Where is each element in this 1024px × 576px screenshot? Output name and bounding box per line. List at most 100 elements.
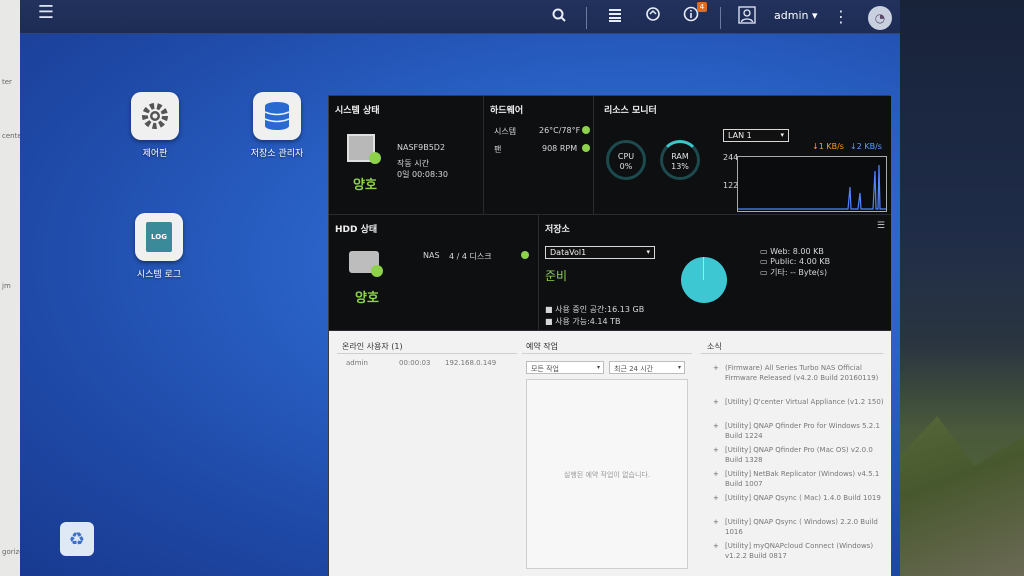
- news-item[interactable]: + [Utility] QNAP Qsync ( Windows) 2.2.0 B…: [713, 517, 885, 537]
- divider: [522, 353, 692, 354]
- left-edge-text: cente: [2, 132, 22, 140]
- download-rate: ↓1 KB/s: [812, 142, 844, 151]
- volume-select[interactable]: DataVol1 ▾: [545, 246, 655, 259]
- news-text: [Utility] Q'center Virtual Appliance (v1…: [725, 398, 884, 406]
- divider: [586, 7, 587, 29]
- network-traffic-chart: [737, 156, 887, 212]
- control-panel-shortcut[interactable]: 제어판: [105, 92, 205, 159]
- time-filter-select[interactable]: 최근 24 시간 ▾: [609, 361, 685, 374]
- storage-section: 저장소 ☰ DataVol1 ▾ 준비 ■ 사용 중인 공간:16.13 GB …: [539, 215, 891, 331]
- news-item[interactable]: + [Utility] Q'center Virtual Appliance (v…: [713, 397, 885, 407]
- recycle-bin-icon[interactable]: ♻: [60, 522, 94, 556]
- system-log-shortcut[interactable]: LOG 시스템 로그: [109, 213, 209, 280]
- share-other-text: 기타: -- Byte(s): [770, 268, 828, 277]
- hdd-status-value: 양호: [355, 291, 379, 306]
- divider: [720, 7, 721, 29]
- cpu-label: CPU: [617, 152, 635, 161]
- share-public-text: Public: 4.00 KB: [770, 257, 831, 266]
- left-edge-text: jm: [2, 282, 11, 290]
- ram-gauge: RAM 13%: [660, 140, 700, 180]
- plus-icon: +: [713, 364, 719, 372]
- plus-icon: +: [713, 446, 719, 454]
- dashboard-gauge-icon[interactable]: ◔: [868, 6, 892, 30]
- used-space: ■ 사용 중인 공간:16.13 GB: [545, 305, 645, 314]
- task-filter-select[interactable]: 모든 작업 ▾: [526, 361, 604, 374]
- plus-icon: +: [713, 422, 719, 430]
- traffic-sparkline: [738, 164, 886, 210]
- storage-manager-shortcut[interactable]: 저장소 관리자: [227, 92, 327, 159]
- icon-label: 시스템 로그: [136, 270, 182, 280]
- news-title: 소식: [707, 342, 722, 351]
- news-item[interactable]: + [Utility] QNAP Qfinder Pro for Windows …: [713, 421, 885, 441]
- news-item[interactable]: + (Firmware) All Series Turbo NAS Officia…: [713, 363, 885, 383]
- left-edge-text: ter: [2, 78, 12, 86]
- share-web-text: Web: 8.00 KB: [770, 247, 824, 256]
- notification-badge: 4: [697, 2, 707, 12]
- hdd-status-section: HDD 상태 양호 NAS 4 / 4 디스크: [329, 215, 539, 331]
- plus-icon: +: [713, 518, 719, 526]
- section-title: 하드웨어: [490, 106, 524, 116]
- sync-icon[interactable]: [642, 6, 664, 28]
- chevron-down-icon: ▾: [596, 364, 600, 371]
- more-options-icon[interactable]: ⋮: [830, 6, 852, 28]
- icon-label: 제어판: [142, 149, 168, 159]
- user-icon[interactable]: [736, 6, 758, 28]
- dashboard-top: 시스템 상태 양호 NASF9B5D2 작동 시간 0일 00:08:30 하드…: [329, 96, 891, 331]
- disk-count: 4 / 4 디스크: [449, 252, 492, 261]
- lan-select[interactable]: LAN 1 ▾: [723, 129, 789, 142]
- chevron-down-icon: ▾: [780, 131, 784, 139]
- volume-select-value: DataVol1: [550, 248, 587, 257]
- section-title: HDD 상태: [335, 225, 378, 235]
- hostname: NASF9B5D2: [397, 143, 446, 152]
- news-text: [Utility] QNAP Qfinder Pro for Windows 5…: [725, 422, 880, 440]
- news-item[interactable]: + [Utility] QNAP Qfinder Pro (Mac OS) v2.…: [713, 445, 885, 465]
- online-users-title: 온라인 사용자 (1): [342, 342, 403, 351]
- news-text: [Utility] NetBak Replicator (Windows) v4…: [725, 470, 880, 488]
- icon-label: 저장소 관리자: [250, 149, 304, 159]
- news-text: (Firmware) All Series Turbo NAS Official…: [725, 364, 879, 382]
- list-icon[interactable]: ☰: [877, 221, 885, 231]
- hw-label: 시스템: [494, 127, 517, 136]
- nas-label: NAS: [423, 251, 440, 260]
- left-window-edge: ter cente jm gorized: [0, 0, 28, 576]
- ok-check-icon: [369, 152, 381, 164]
- news-text: [Utility] myQNAPcloud Connect (Windows) …: [725, 542, 874, 560]
- chevron-down-icon: ▾: [677, 364, 681, 371]
- news-item[interactable]: + [Utility] NetBak Replicator (Windows) v…: [713, 469, 885, 489]
- storage-pie: [681, 257, 727, 303]
- wallpaper-right: [900, 0, 1024, 576]
- ok-check-icon: [371, 265, 383, 277]
- ram-label: RAM: [671, 152, 689, 161]
- menu-icon[interactable]: ☰: [36, 4, 56, 24]
- upload-rate: ↓2 KB/s: [850, 142, 882, 151]
- log-icon: LOG: [135, 213, 183, 261]
- task-stack-icon[interactable]: [604, 6, 626, 28]
- chevron-down-icon: ▾: [646, 248, 650, 256]
- plus-icon: +: [713, 470, 719, 478]
- gear-icon: [131, 92, 179, 140]
- news-item[interactable]: + [Utility] myQNAPcloud Connect (Windows)…: [713, 541, 885, 561]
- news-text: [Utility] QNAP Qsync ( Mac) 1.4.0 Build …: [725, 494, 881, 502]
- time-filter-value: 최근 24 시간: [614, 365, 654, 373]
- free-space: ■ 사용 가능:4.14 TB: [545, 317, 621, 326]
- news-text: [Utility] QNAP Qsync ( Windows) 2.2.0 Bu…: [725, 518, 878, 536]
- user-menu[interactable]: admin ▾: [774, 9, 818, 22]
- ok-check-icon: [582, 144, 590, 152]
- search-icon[interactable]: [548, 6, 570, 28]
- online-time: 00:00:03: [399, 359, 431, 367]
- axis-mid: 122: [723, 181, 739, 190]
- top-bar: ☰ 4 admin ▾ ⋮ ◔: [20, 0, 900, 34]
- share-web: ▭ Web: 8.00 KB: [760, 247, 824, 256]
- empty-message: 실행된 예약 작업이 없습니다.: [563, 471, 651, 479]
- free-space-text: 사용 가능:4.14 TB: [555, 317, 621, 326]
- cpu-value: 0%: [619, 162, 633, 171]
- lan-select-value: LAN 1: [728, 131, 752, 140]
- plus-icon: +: [713, 398, 719, 406]
- ok-check-icon: [582, 126, 590, 134]
- online-user: admin: [346, 359, 368, 367]
- news-item[interactable]: + [Utility] QNAP Qsync ( Mac) 1.4.0 Build…: [713, 493, 885, 503]
- cpu-gauge: CPU 0%: [606, 140, 646, 180]
- volume-state: 준비: [545, 269, 568, 283]
- plus-icon: +: [713, 494, 719, 502]
- hardware-section: 하드웨어 시스템 26°C/78°F 팬 908 RPM: [484, 96, 594, 215]
